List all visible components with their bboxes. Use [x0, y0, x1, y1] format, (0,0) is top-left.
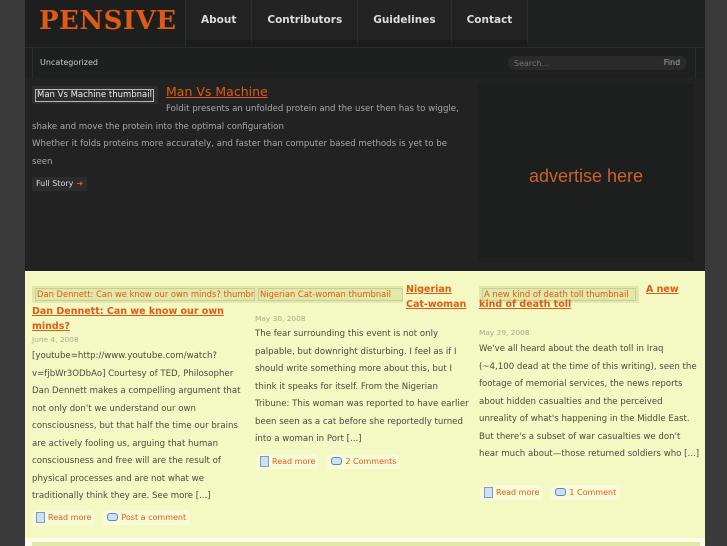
logo-text[interactable]: PENSIVE	[39, 6, 177, 36]
post-date: May 30, 2008	[255, 314, 306, 323]
post-title-link[interactable]: A new kind of death toll	[479, 283, 703, 312]
advertisement-banner[interactable]: advertise here	[478, 84, 694, 262]
featured-title-link[interactable]: Man Vs Machine	[166, 84, 268, 99]
site-logo[interactable]: PENSIVE	[25, 0, 186, 47]
nav-guidelines[interactable]: Guidelines	[358, 0, 452, 47]
read-more-link[interactable]: Read more	[32, 510, 96, 525]
comments-link[interactable]: 1 Comment	[551, 485, 621, 500]
featured-excerpt: Foldit presents an unfolded protein and …	[32, 101, 462, 171]
nav-contributors[interactable]: Contributors	[252, 0, 359, 47]
featured-paragraph: Foldit presents an unfolded protein and …	[32, 104, 459, 132]
category-link[interactable]: Uncategorized	[32, 48, 98, 78]
post-excerpt: [youtube=http://www.youtube.com/watch?v=…	[32, 351, 241, 501]
comments-link[interactable]: 2 Comments	[327, 454, 401, 469]
post-title-link[interactable]: Nigerian Cat-woman	[406, 283, 468, 312]
post-date: May 29, 2008	[479, 328, 530, 337]
search-input[interactable]	[508, 56, 665, 70]
read-more-link[interactable]: Read more	[256, 454, 320, 469]
post-card: Nigerian Cat-woman thumbnail Nigerian Ca…	[250, 272, 475, 542]
post-excerpt: We've all heard about the death toll in …	[479, 344, 700, 459]
featured-paragraph: Whether it folds proteins more accuratel…	[32, 139, 447, 167]
divider	[695, 48, 696, 78]
document-icon	[36, 512, 45, 523]
post-excerpt: The fear surrounding this event is not o…	[255, 329, 469, 444]
sub-bar: Uncategorized Find	[25, 47, 705, 78]
arrow-right-icon: ➜	[76, 179, 84, 188]
full-story-label: Full Story	[36, 179, 74, 188]
post-thumbnail[interactable]: Dan Dennett: Can we know our own minds? …	[32, 286, 255, 303]
comment-bubble-icon	[331, 456, 343, 465]
post-links: Read more 2 Comments	[256, 454, 401, 469]
post-card: A new kind of death toll thumbnail A new…	[475, 272, 705, 542]
comments-link[interactable]: Post a comment	[103, 510, 191, 525]
nav-contact[interactable]: Contact	[451, 0, 529, 47]
document-icon	[260, 456, 269, 467]
post-links: Read more 1 Comment	[480, 485, 621, 500]
main-nav: About Contributors Guidelines Contact	[186, 0, 529, 47]
next-row-edge	[32, 542, 700, 546]
comment-bubble-icon	[107, 512, 119, 521]
read-more-link[interactable]: Read more	[480, 485, 544, 500]
post-links: Read more Post a comment	[32, 510, 191, 525]
find-button[interactable]: Find	[657, 56, 687, 70]
full-story-button[interactable]: Full Story ➜	[32, 177, 88, 191]
post-date: June 4, 2008	[32, 335, 79, 344]
page: PENSIVE About Contributors Guidelines Co…	[25, 0, 705, 546]
post-card: Dan Dennett: Can we know our own minds? …	[25, 272, 255, 542]
document-icon	[484, 487, 493, 498]
header: PENSIVE About Contributors Guidelines Co…	[25, 0, 705, 47]
ad-text: advertise here	[528, 166, 644, 186]
thumbnail-alt-text: Dan Dennett: Can we know our own minds? …	[35, 288, 255, 301]
recent-posts: Dan Dennett: Can we know our own minds? …	[25, 271, 705, 546]
nav-about[interactable]: About	[186, 0, 253, 47]
post-title-link[interactable]: Dan Dennett: Can we know our own minds?	[32, 305, 232, 334]
post-thumbnail[interactable]: Nigerian Cat-woman thumbnail	[255, 286, 403, 303]
featured-post: Man Vs Machine thumbnail Man Vs Machine …	[25, 78, 705, 270]
comment-bubble-icon	[555, 487, 567, 496]
thumbnail-alt-text: Nigerian Cat-woman thumbnail	[258, 288, 403, 301]
